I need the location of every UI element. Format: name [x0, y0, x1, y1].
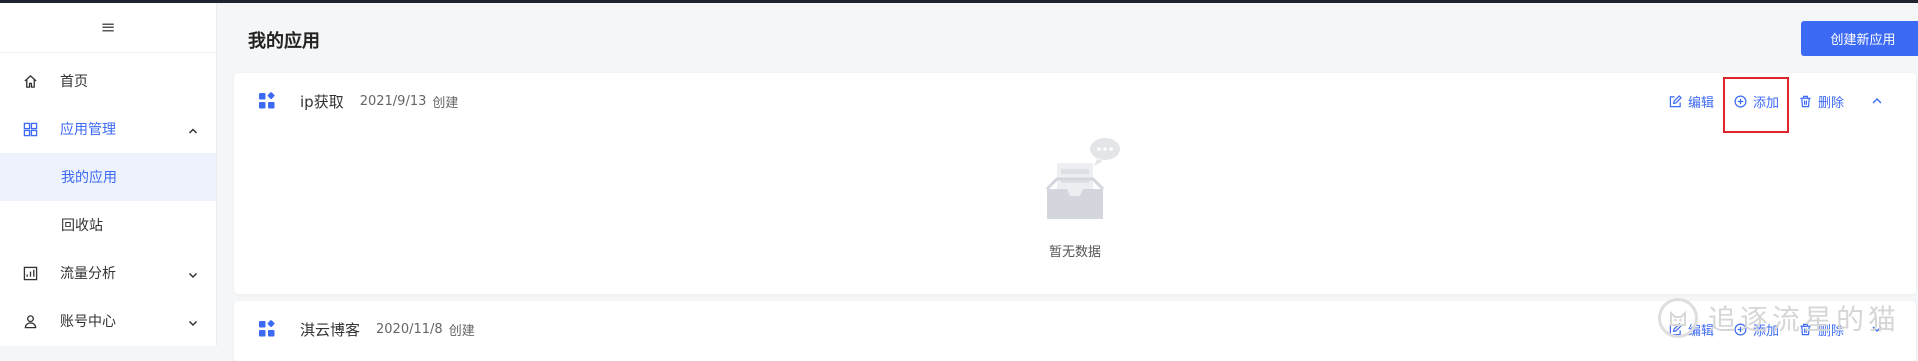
create-app-button[interactable]: 创建新应用 [1801, 21, 1918, 56]
app-icon [258, 320, 276, 338]
app-name: ip获取 [300, 92, 344, 111]
sidebar: ≡ 首页 应用管理 我的应用 回收站 流量分析 账号中心 [0, 3, 217, 346]
empty-inbox-icon [1025, 133, 1125, 237]
sidebar-item-label: 应用管理 [60, 122, 116, 138]
chevron-up-icon[interactable] [188, 124, 198, 134]
app-card-body: 暂无数据 [234, 129, 1916, 294]
apps-icon [22, 121, 38, 137]
app-created-label: 创建 [448, 323, 475, 339]
sidebar-item-label: 流量分析 [60, 266, 116, 282]
sidebar-item-app-management[interactable]: 应用管理 [0, 105, 216, 153]
app-card: ip获取 2021/9/13 创建 编辑 添加 删除 暂无数据 [234, 73, 1916, 294]
sidebar-item-traffic-analysis[interactable]: 流量分析 [0, 249, 216, 297]
sidebar-subitem-label: 我的应用 [61, 170, 117, 186]
chevron-down-icon[interactable] [188, 268, 198, 279]
edit-label: 编辑 [1687, 95, 1714, 111]
app-card-header: ip获取 2021/9/13 创建 编辑 添加 删除 [234, 73, 1916, 129]
sidebar-item-label: 账号中心 [60, 314, 116, 330]
menu-icon: ≡ [100, 17, 116, 38]
user-icon [22, 313, 38, 329]
page-title: 我的应用 [248, 31, 320, 52]
sidebar-toggle-button[interactable]: ≡ [0, 3, 216, 53]
sidebar-subitem-recycle-bin[interactable]: 回收站 [0, 201, 216, 249]
main-content: 我的应用 创建新应用 ip获取 2021/9/13 创建 编辑 添加 删除 暂无… [218, 3, 1918, 361]
sidebar-item-home[interactable]: 首页 [0, 57, 216, 105]
empty-text: 暂无数据 [1048, 245, 1101, 260]
collapse-button[interactable] [1870, 94, 1884, 108]
chevron-up-icon [1871, 92, 1883, 111]
cat-logo-icon [1657, 298, 1698, 338]
app-name: 淇云博客 [300, 320, 361, 339]
edit-icon [1669, 94, 1683, 108]
delete-button[interactable]: 删除 [1799, 92, 1844, 111]
sidebar-subitem-my-apps[interactable]: 我的应用 [0, 153, 216, 201]
home-icon [22, 73, 38, 89]
chevron-down-icon[interactable] [188, 316, 198, 327]
app-created-date: 2021/9/13 [359, 93, 427, 109]
sidebar-item-account-center[interactable]: 账号中心 [0, 297, 216, 345]
edit-button[interactable]: 编辑 [1669, 92, 1714, 111]
delete-label: 删除 [1817, 95, 1844, 111]
highlight-box [1723, 77, 1789, 133]
app-icon [258, 92, 276, 110]
sidebar-subitem-label: 回收站 [61, 218, 103, 234]
app-created-date: 2020/11/8 [376, 321, 443, 337]
watermark: 追逐流星的猫 [1657, 298, 1900, 338]
empty-state: 暂无数据 [234, 133, 1916, 260]
watermark-text: 追逐流星的猫 [1707, 303, 1900, 336]
app-created-label: 创建 [432, 95, 459, 111]
sidebar-item-label: 首页 [60, 74, 88, 90]
chart-icon [22, 265, 38, 281]
trash-icon [1799, 94, 1813, 108]
app-actions: 编辑 添加 删除 [1669, 73, 1916, 129]
